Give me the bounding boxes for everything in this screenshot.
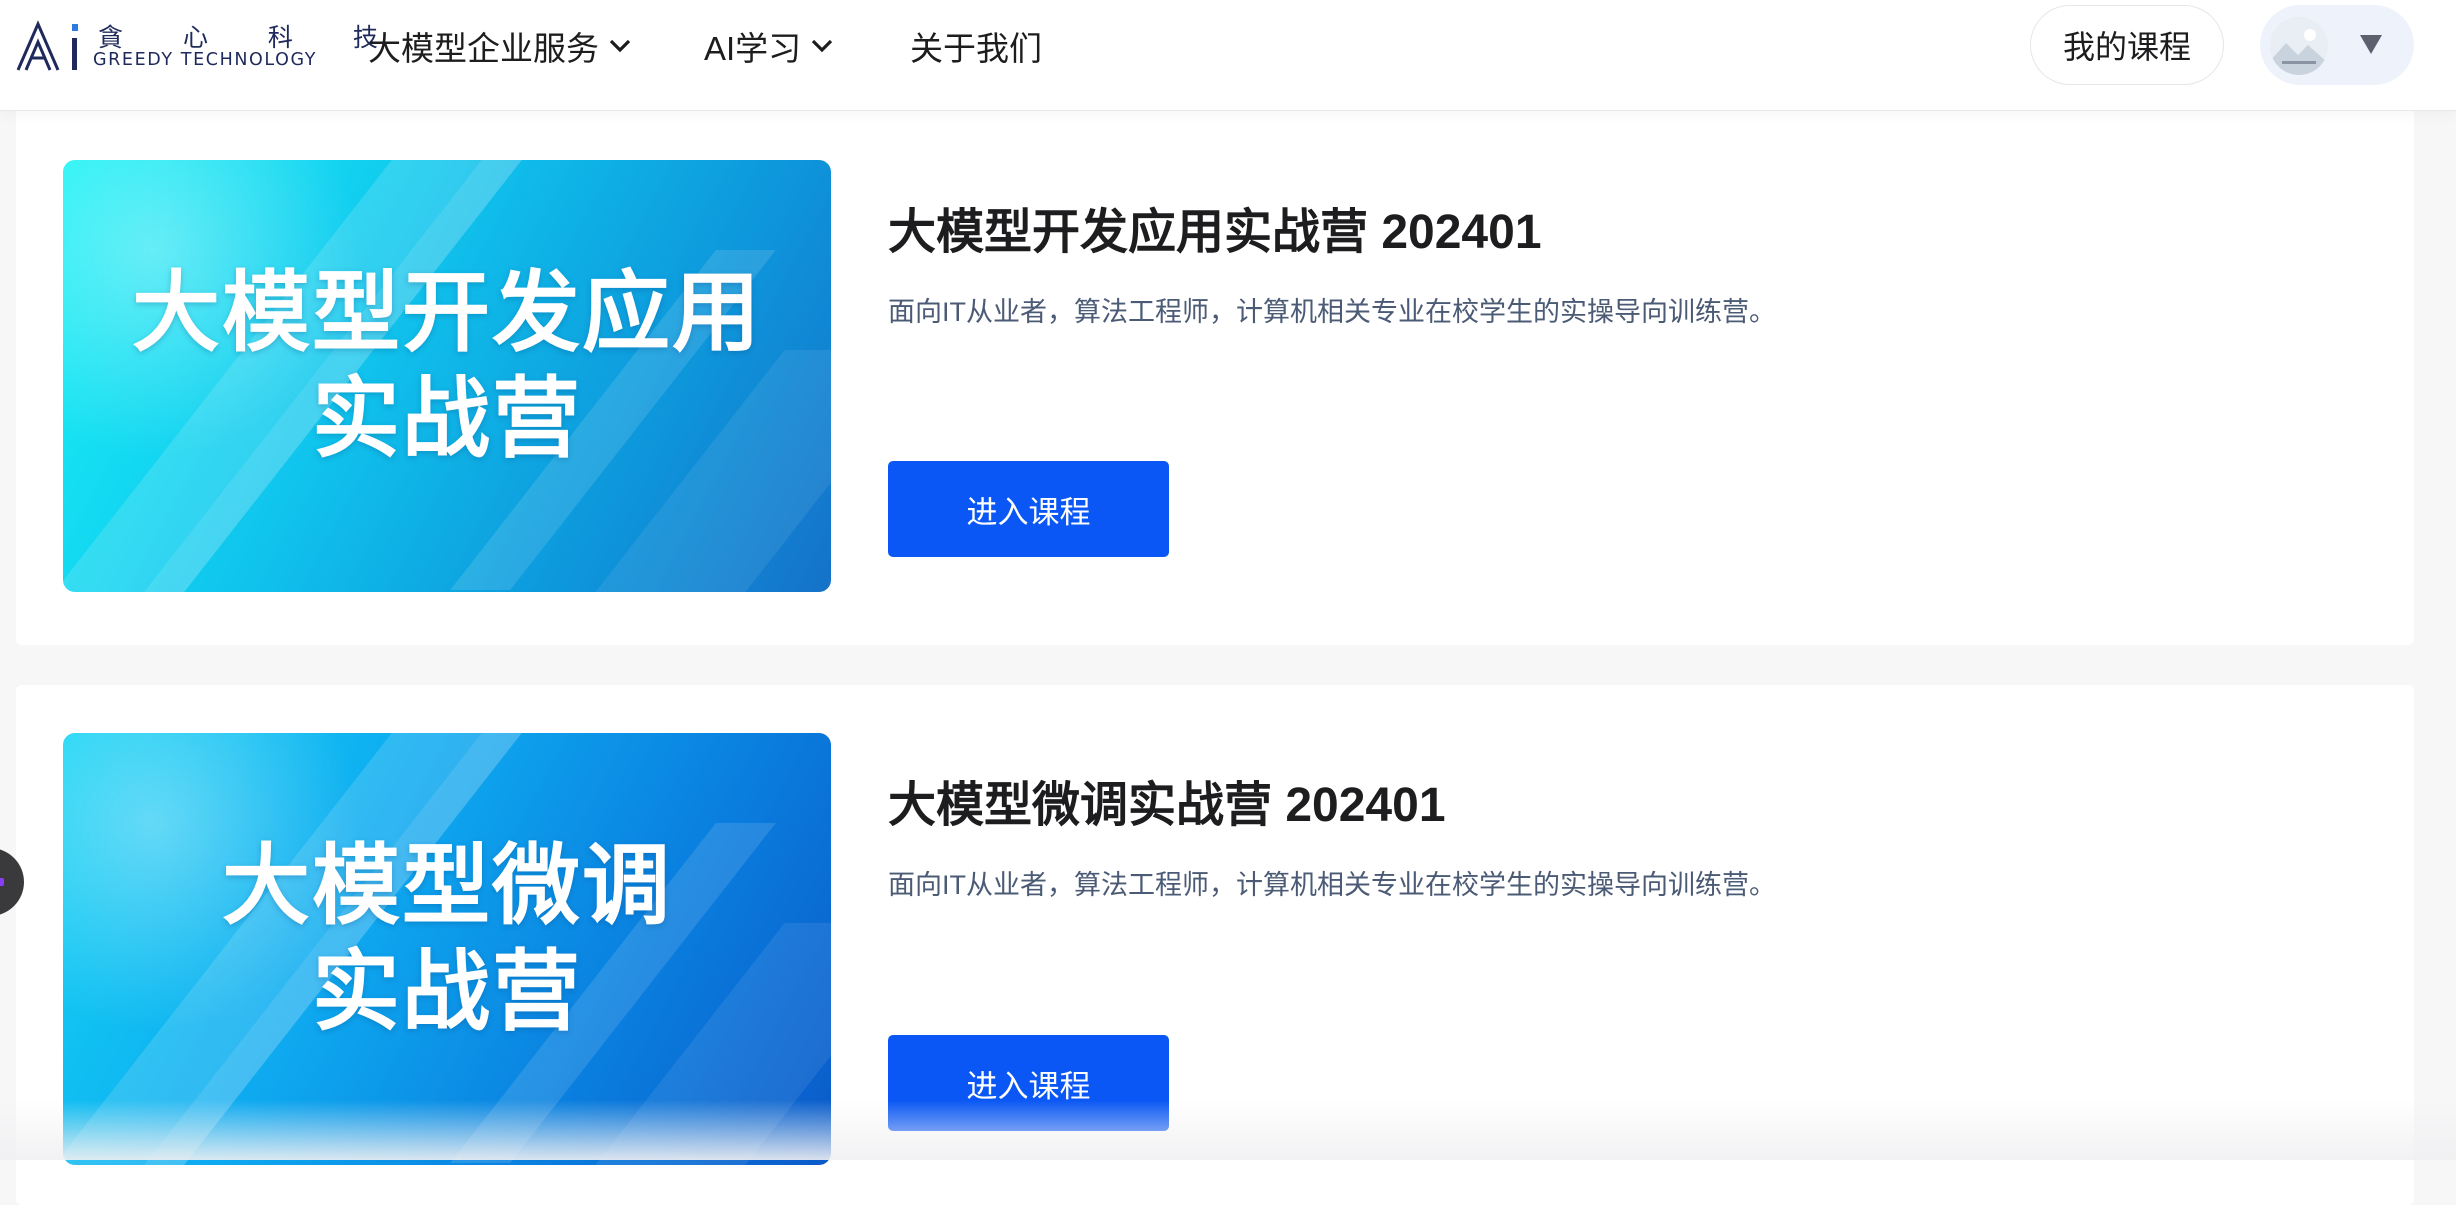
chevron-down-icon <box>811 39 833 53</box>
course-title: 大模型开发应用实战营 202401 <box>888 206 1542 259</box>
enter-course-label: 进入课程 <box>966 494 1091 530</box>
nav-enterprise-services[interactable]: 大模型企业服务 <box>368 22 631 70</box>
course-card: 大模型开发应用 实战营 大模型开发应用实战营 202401 面向IT从业者，算法… <box>16 110 2414 645</box>
nav-enterprise-services-label: 大模型企业服务 <box>368 30 599 67</box>
top-navbar: 貪 心 科 技 GREEDY TECHNOLOGY 大模型企业服务 AI学习 关… <box>0 0 2456 110</box>
banner-title-line1: 大模型微调 <box>221 836 672 935</box>
chevron-down-icon <box>609 39 631 53</box>
avatar-icon <box>2270 17 2328 75</box>
course-title: 大模型微调实战营 202401 <box>888 779 1446 832</box>
banner-title-line1: 大模型开发应用 <box>131 263 762 362</box>
banner-title: 大模型微调 实战营 <box>63 833 831 1045</box>
nav-about-us-label: 关于我们 <box>910 30 1042 67</box>
course-description: 面向IT从业者，算法工程师，计算机相关专业在校学生的实操导向训练营。 <box>888 870 1776 900</box>
user-menu[interactable] <box>2260 5 2414 85</box>
banner-title-line2: 实战营 <box>311 369 582 468</box>
banner-title-line2: 实战营 <box>311 942 582 1041</box>
my-courses-label: 我的课程 <box>2062 29 2191 65</box>
enter-course-button[interactable]: 进入课程 <box>888 461 1169 557</box>
logo-english-name: GREEDY TECHNOLOGY <box>93 50 318 70</box>
course-banner[interactable]: 大模型微调 实战营 <box>63 733 831 1165</box>
enter-course-label: 进入课程 <box>966 1068 1091 1104</box>
course-description: 面向IT从业者，算法工程师，计算机相关专业在校学生的实操导向训练营。 <box>888 297 1776 327</box>
nav-ai-learning[interactable]: AI学习 <box>704 22 833 70</box>
enter-course-button[interactable]: 进入课程 <box>888 1035 1169 1131</box>
greedy-logo[interactable]: 貪 心 科 技 GREEDY TECHNOLOGY <box>16 18 378 74</box>
banner-title: 大模型开发应用 实战营 <box>63 260 831 472</box>
logo-chinese-name: 貪 心 科 技 <box>98 23 404 52</box>
course-banner[interactable]: 大模型开发应用 实战营 <box>63 160 831 592</box>
course-card: 大模型微调 实战营 大模型微调实战营 202401 面向IT从业者，算法工程师，… <box>16 685 2414 1205</box>
my-courses-button[interactable]: 我的课程 <box>2030 5 2224 85</box>
nav-about-us[interactable]: 关于我们 <box>910 22 1042 70</box>
nav-ai-learning-label: AI学习 <box>704 30 802 67</box>
caret-down-icon <box>2360 35 2382 54</box>
ai-logo-icon <box>16 20 78 71</box>
